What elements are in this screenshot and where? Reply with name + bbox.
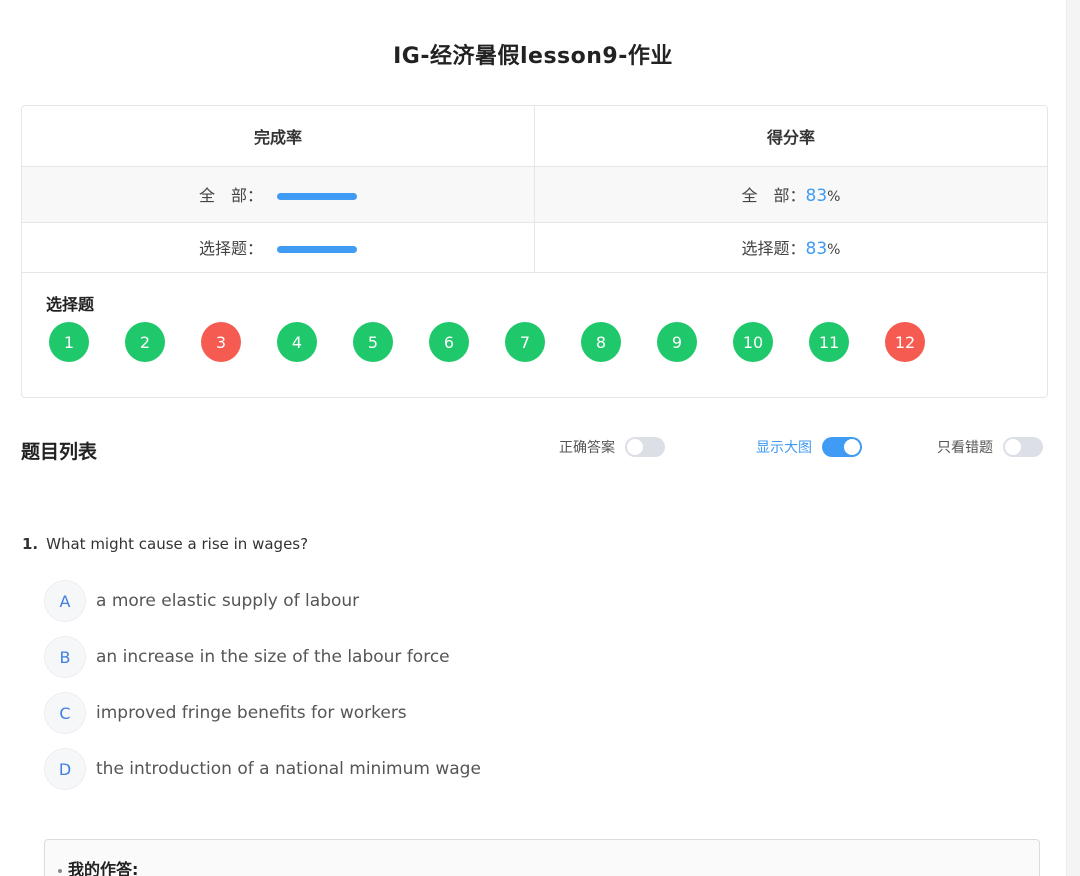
my-answer-label-text: 我的作答: — [68, 860, 139, 876]
stats-table: 完成率 得分率 全 部： 全 部：83% 选择题： 选择题：83% — [22, 106, 1047, 273]
score-choice-value: 83 — [805, 239, 828, 259]
switch-knob — [1005, 439, 1021, 455]
toggle-wrong-only: 只看错题 — [937, 436, 1043, 458]
my-answer-box: 我的作答: — [44, 839, 1040, 876]
score-choice-cell: 选择题：83% — [534, 222, 1047, 273]
option-letter: C — [44, 692, 86, 734]
completion-all-cell: 全 部： — [22, 166, 535, 223]
option-d[interactable]: D the introduction of a national minimum… — [44, 748, 481, 790]
stats-row-choice: 选择题： 选择题：83% — [22, 222, 1047, 273]
stats-row-all: 全 部： 全 部：83% — [22, 166, 1047, 223]
toggle-correct-answer-label: 正确答案 — [559, 440, 615, 456]
score-header: 得分率 — [534, 106, 1047, 167]
my-answer-label: 我的作答: — [58, 856, 138, 876]
option-letter: A — [44, 580, 86, 622]
question-nav-item[interactable]: 4 — [277, 322, 317, 362]
completion-all-bar — [277, 193, 357, 200]
stats-header-row: 完成率 得分率 — [22, 106, 1047, 167]
switch-knob — [627, 439, 643, 455]
question-stem: 1. What might cause a rise in wages? — [22, 535, 308, 553]
score-all-cell: 全 部：83% — [534, 166, 1047, 223]
question-nav-item[interactable]: 7 — [505, 322, 545, 362]
question-number: 1. — [22, 535, 39, 553]
completion-choice-bar — [277, 246, 357, 253]
summary-card: 完成率 得分率 全 部： 全 部：83% 选择题： 选择题：83% 选择题 1 … — [21, 105, 1048, 398]
completion-choice-label: 选择题： — [198, 239, 263, 258]
question-list-title: 题目列表 — [21, 441, 98, 463]
completion-header: 完成率 — [22, 106, 535, 167]
score-choice-label: 选择题： — [741, 239, 806, 258]
homework-report-page: IG-经济暑假lesson9-作业 完成率 得分率 全 部： 全 部：83% 选… — [0, 0, 1066, 876]
completion-choice-cell: 选择题： — [22, 222, 535, 273]
question-text: What might cause a rise in wages? — [46, 535, 309, 553]
score-all-value: 83 — [805, 186, 828, 206]
question-nav-item[interactable]: 6 — [429, 322, 469, 362]
question-nav-title: 选择题 — [46, 295, 95, 314]
toggle-wrong-only-label: 只看错题 — [937, 440, 993, 456]
question-nav-item[interactable]: 11 — [809, 322, 849, 362]
page-title: IG-经济暑假lesson9-作业 — [393, 44, 673, 69]
switch-knob — [844, 439, 860, 455]
toggle-large-image-label: 显示大图 — [756, 440, 812, 456]
toggle-large-image: 显示大图 — [756, 436, 862, 458]
question-nav-item[interactable]: 3 — [201, 322, 241, 362]
option-c[interactable]: C improved fringe benefits for workers — [44, 692, 407, 734]
completion-all-label: 全 部： — [198, 186, 263, 205]
option-a[interactable]: A a more elastic supply of labour — [44, 580, 359, 622]
toggle-correct-answer: 正确答案 — [559, 436, 665, 458]
toggle-wrong-only-switch[interactable] — [1003, 437, 1043, 457]
toggle-large-image-switch[interactable] — [822, 437, 862, 457]
option-text: improved fringe benefits for workers — [96, 703, 407, 723]
option-text: the introduction of a national minimum w… — [96, 759, 481, 779]
question-nav-item[interactable]: 12 — [885, 322, 925, 362]
bullet-dot-icon — [58, 868, 62, 873]
question-nav-item[interactable]: 5 — [353, 322, 393, 362]
question-nav-item[interactable]: 2 — [125, 322, 165, 362]
question-nav-item[interactable]: 9 — [657, 322, 697, 362]
toggle-correct-answer-switch[interactable] — [625, 437, 665, 457]
question-nav-item[interactable]: 10 — [733, 322, 773, 362]
score-all-unit: % — [827, 189, 841, 205]
score-all-label: 全 部： — [741, 186, 806, 205]
option-text: an increase in the size of the labour fo… — [96, 647, 450, 667]
option-letter: D — [44, 748, 86, 790]
option-text: a more elastic supply of labour — [96, 591, 360, 611]
score-choice-unit: % — [827, 242, 841, 258]
question-nav-item[interactable]: 8 — [581, 322, 621, 362]
question-nav-item[interactable]: 1 — [49, 322, 89, 362]
option-b[interactable]: B an increase in the size of the labour … — [44, 636, 450, 678]
window-edge-strip — [1066, 0, 1080, 876]
option-letter: B — [44, 636, 86, 678]
